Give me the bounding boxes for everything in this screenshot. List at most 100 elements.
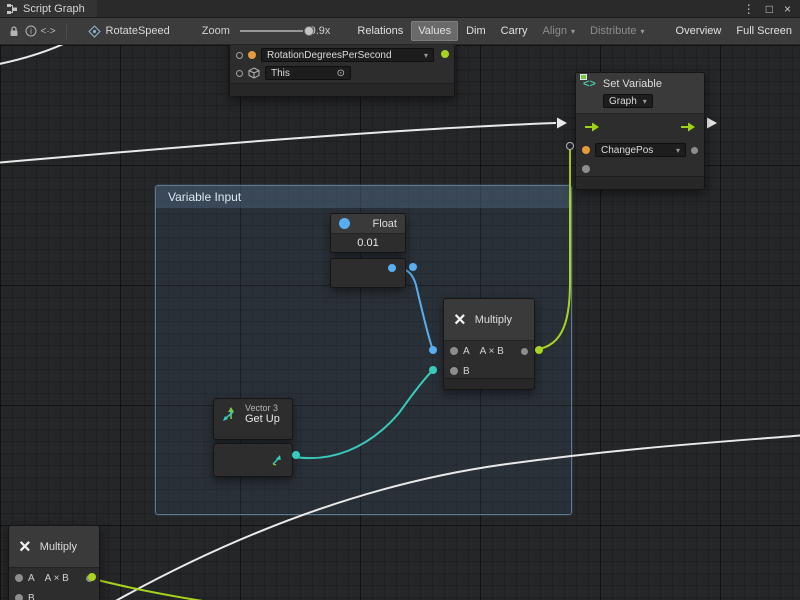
- overview-button[interactable]: Overview: [669, 21, 729, 41]
- graph-toolbar: i <·> RotateSpeed Zoom 0.9x Relations Va…: [0, 18, 800, 45]
- getup-output-box[interactable]: [213, 443, 293, 477]
- node-title: Get Up: [245, 413, 280, 426]
- caret-down-icon: ▾: [676, 146, 680, 155]
- caret-down-icon: ▾: [571, 27, 575, 36]
- distribute-label: Distribute: [590, 25, 636, 37]
- flow-arrowhead-in: [557, 118, 567, 129]
- target-field[interactable]: This ⊙: [265, 66, 351, 80]
- setvariable-input-port[interactable]: [566, 142, 574, 150]
- node-footer: [576, 176, 704, 189]
- port-b-label: B: [28, 593, 35, 600]
- float-output-box[interactable]: [330, 258, 406, 288]
- more-icon[interactable]: ⋮: [743, 3, 755, 15]
- scope-label: Graph: [609, 96, 637, 107]
- connection-dot-multiply2-out[interactable]: [88, 573, 96, 581]
- close-icon[interactable]: ×: [784, 3, 791, 15]
- toolbar-divider: [66, 24, 67, 39]
- node-multiply-2[interactable]: × Multiply A A × B B: [8, 525, 100, 600]
- variable-port[interactable]: [582, 146, 590, 154]
- node-float[interactable]: Float 0.01: [330, 213, 406, 253]
- float-output-port[interactable]: [388, 264, 396, 272]
- graph-breadcrumb[interactable]: RotateSpeed: [88, 25, 170, 38]
- info-icon[interactable]: i: [24, 22, 38, 40]
- wire-multiply2-out[interactable]: [86, 577, 222, 600]
- graph-canvas[interactable]: Variable Input RotationDegreesPerSecond …: [0, 45, 800, 600]
- graph-asset-icon: [88, 25, 101, 38]
- vector3-type-icon: [270, 454, 283, 467]
- group-title[interactable]: Variable Input: [156, 186, 571, 208]
- float-icon: [339, 218, 350, 229]
- output-port[interactable]: [691, 147, 698, 154]
- connection-dot-getup-out[interactable]: [292, 451, 300, 459]
- node-footer: [230, 83, 454, 96]
- variable-name: RotationDegreesPerSecond: [267, 50, 392, 61]
- caret-down-icon: ▾: [641, 27, 645, 36]
- port-a-label: A: [463, 346, 470, 357]
- wire-flow-in[interactable]: [0, 123, 556, 163]
- variable-dropdown[interactable]: ChangePos ▾: [595, 143, 686, 157]
- script-graph-icon: [6, 3, 18, 15]
- input-port[interactable]: [236, 70, 243, 77]
- port-a[interactable]: [450, 347, 458, 355]
- target-label: This: [271, 68, 290, 79]
- node-title: Multiply: [40, 541, 77, 553]
- node-header: × Multiply: [444, 299, 534, 341]
- dim-button[interactable]: Dim: [459, 21, 493, 41]
- connection-dot-multiply-b[interactable]: [429, 366, 437, 374]
- node-title: Multiply: [475, 314, 512, 326]
- maximize-icon[interactable]: □: [766, 3, 773, 15]
- port-b[interactable]: [15, 594, 23, 600]
- wire-flow-topleft[interactable]: [0, 45, 74, 65]
- fullscreen-button[interactable]: Full Screen: [729, 21, 799, 41]
- flow-out-port-icon[interactable]: [680, 121, 696, 133]
- tab-script-graph[interactable]: Script Graph: [0, 0, 97, 17]
- connection-dot-multiply-out[interactable]: [535, 346, 543, 354]
- node-multiply[interactable]: × Multiply A A × B B: [443, 298, 535, 390]
- graph-name: RotateSpeed: [106, 25, 170, 37]
- lock-icon[interactable]: [7, 22, 21, 40]
- object-picker-icon[interactable]: ⊙: [337, 68, 345, 79]
- node-title: Float: [373, 218, 397, 230]
- set-variable-icon: <>: [583, 79, 596, 90]
- values-button[interactable]: Values: [411, 21, 458, 41]
- angle-brackets-icon[interactable]: <·>: [41, 22, 56, 40]
- node-variable-unit[interactable]: RotationDegreesPerSecond ▾ This ⊙: [229, 45, 455, 97]
- connection-dot-float[interactable]: [409, 263, 417, 271]
- variable-scope-dropdown[interactable]: Graph ▾: [603, 94, 653, 108]
- align-label: Align: [543, 25, 567, 37]
- relations-button[interactable]: Relations: [350, 21, 410, 41]
- vector3-icon: [221, 406, 238, 423]
- node-footer: [444, 378, 534, 389]
- connection-dot-multiply-a[interactable]: [429, 346, 437, 354]
- port-a[interactable]: [15, 574, 23, 582]
- align-button: Align ▾: [536, 21, 582, 41]
- node-get-up[interactable]: Vector 3 Get Up: [213, 398, 293, 440]
- distribute-button: Distribute ▾: [583, 21, 651, 41]
- value-port[interactable]: [582, 165, 590, 173]
- input-port[interactable]: [236, 52, 243, 59]
- node-header: Float: [331, 214, 405, 234]
- zoom-slider-track: [240, 30, 303, 32]
- lock-glyph: [8, 25, 20, 37]
- port-b[interactable]: [450, 367, 458, 375]
- svg-text:i: i: [30, 27, 32, 36]
- variable-port[interactable]: [248, 51, 256, 59]
- multiply-icon: ×: [454, 310, 466, 330]
- port-b-label: B: [463, 366, 470, 377]
- float-value-field[interactable]: 0.01: [331, 234, 405, 252]
- carry-button[interactable]: Carry: [494, 21, 535, 41]
- connection-dot-variable-out[interactable]: [441, 50, 449, 58]
- caret-down-icon: ▾: [424, 51, 428, 60]
- zoom-slider[interactable]: [240, 24, 303, 38]
- node-header: <> Set Variable Graph ▾: [576, 73, 704, 114]
- node-set-variable[interactable]: <> Set Variable Graph ▾ ChangePos ▾: [575, 72, 705, 190]
- port-result-label: A × B: [480, 346, 504, 357]
- node-type-label: Vector 3: [245, 403, 280, 413]
- port-result[interactable]: [521, 348, 528, 355]
- zoom-slider-thumb[interactable]: [304, 26, 314, 36]
- node-header: Vector 3 Get Up: [214, 399, 292, 430]
- variable-name-dropdown[interactable]: RotationDegreesPerSecond ▾: [261, 48, 434, 62]
- zoom-label: Zoom: [202, 25, 230, 37]
- flow-in-port-icon[interactable]: [584, 121, 600, 133]
- port-result-label: A × B: [45, 573, 69, 584]
